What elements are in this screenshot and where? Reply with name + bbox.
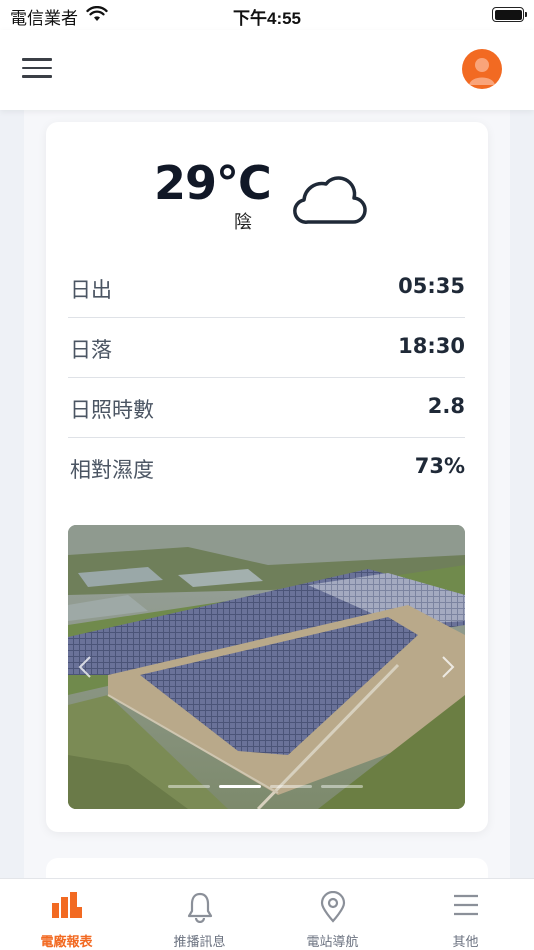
sunrise-value: 05:35: [398, 274, 465, 298]
tab-label: 推播訊息: [173, 935, 226, 950]
sunset-value: 18:30: [398, 334, 465, 358]
tab-plant-report[interactable]: 電廠報表: [0, 879, 133, 950]
carousel-dot[interactable]: [270, 785, 312, 788]
weather-condition: 陰: [234, 212, 252, 233]
cloud-icon: [293, 176, 367, 224]
carousel-dot[interactable]: [321, 785, 363, 788]
bell-icon: [187, 892, 212, 923]
bottom-tab-bar: 電廠報表 推播訊息 電站導航 其他: [0, 878, 534, 950]
humidity-value: 73%: [414, 454, 465, 478]
sunshine-hours-row: 日照時數 2.8: [68, 378, 465, 438]
clock: 下午4:55: [232, 9, 302, 28]
hamburger-menu-icon[interactable]: [22, 58, 52, 80]
user-avatar-icon[interactable]: [462, 49, 502, 89]
carousel-indicator: [68, 785, 465, 789]
temperature: 29°C: [154, 156, 272, 210]
sunrise-label: 日出: [70, 278, 112, 302]
sunset-row: 日落 18:30: [68, 318, 465, 378]
tab-station-navigation[interactable]: 電站導航: [266, 879, 399, 950]
bar-chart-icon: [51, 892, 82, 918]
carousel-prev-icon[interactable]: [76, 655, 96, 679]
tab-other[interactable]: 其他: [399, 879, 532, 950]
tab-label: 電廠報表: [40, 935, 93, 950]
tab-label: 電站導航: [306, 935, 359, 950]
humidity-row: 相對濕度 73%: [68, 438, 465, 498]
sunshine-hours-label: 日照時數: [70, 398, 154, 422]
humidity-label: 相對濕度: [70, 458, 154, 482]
solar-plant-photo[interactable]: [68, 525, 465, 809]
status-bar: 電信業者 下午4:55: [0, 0, 534, 30]
map-pin-icon: [320, 891, 345, 923]
carousel-next-icon[interactable]: [437, 655, 457, 679]
tab-notifications[interactable]: 推播訊息: [133, 879, 266, 950]
battery-icon: [492, 7, 527, 22]
carousel-dot-active[interactable]: [219, 785, 261, 788]
sunset-label: 日落: [70, 338, 112, 362]
sunrise-row: 日出 05:35: [68, 258, 465, 318]
app-header: [0, 30, 534, 110]
aerial-solar-farm-image: [68, 525, 465, 809]
weather-card: 29°C 陰 日出 05:35 日落 18:30 日照時數 2.8 相對濕度 7…: [46, 122, 488, 832]
tab-label: 其他: [452, 935, 479, 950]
menu-lines-icon: [453, 894, 478, 916]
sunshine-hours-value: 2.8: [427, 394, 465, 418]
carousel-dot[interactable]: [168, 785, 210, 788]
